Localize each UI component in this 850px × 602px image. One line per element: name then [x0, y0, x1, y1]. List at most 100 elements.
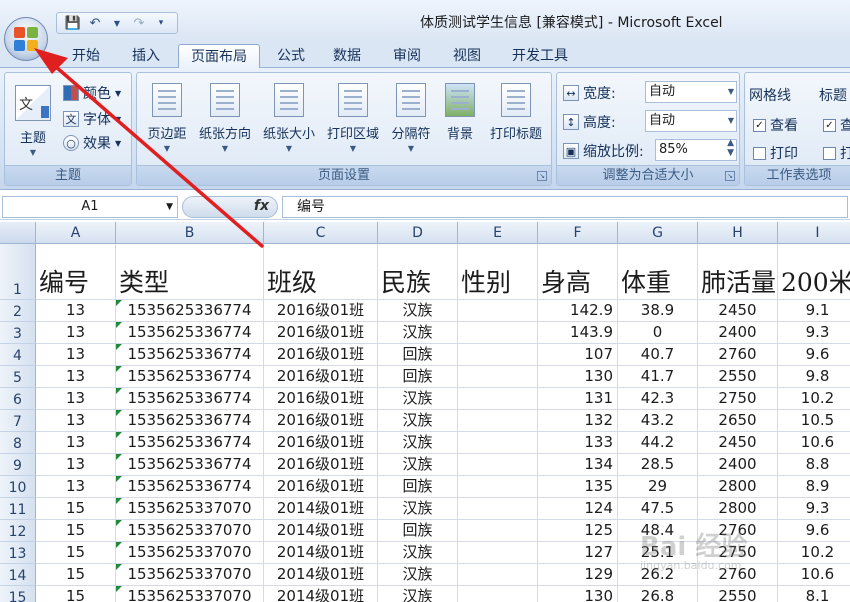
table-cell[interactable]: 129: [538, 564, 618, 586]
select-all-corner[interactable]: [0, 222, 36, 244]
table-cell[interactable]: 38.9: [618, 300, 698, 322]
table-cell[interactable]: 汉族: [378, 586, 458, 602]
office-button[interactable]: [4, 17, 48, 61]
headings-view-checkbox[interactable]: ✓ 查看: [823, 115, 850, 135]
table-cell[interactable]: 10.2: [778, 388, 850, 410]
table-cell[interactable]: 2014级01班: [264, 498, 378, 520]
table-cell[interactable]: 9.6: [778, 520, 850, 542]
table-cell[interactable]: 1535625337070: [116, 520, 264, 542]
header-cell[interactable]: 性别: [458, 244, 538, 300]
table-cell[interactable]: 1535625336774: [116, 410, 264, 432]
table-cell[interactable]: 1535625336774: [116, 454, 264, 476]
table-cell[interactable]: 130: [538, 586, 618, 602]
tab-insert[interactable]: 插入: [118, 44, 174, 68]
table-cell[interactable]: 13: [36, 454, 116, 476]
table-cell[interactable]: 135: [538, 476, 618, 498]
tab-review[interactable]: 审阅: [380, 44, 434, 68]
column-header-F[interactable]: F: [538, 222, 618, 244]
table-cell[interactable]: 2750: [698, 388, 778, 410]
table-cell[interactable]: [458, 498, 538, 520]
table-cell[interactable]: 汉族: [378, 300, 458, 322]
row-header[interactable]: 5: [0, 366, 36, 388]
row-header[interactable]: 6: [0, 388, 36, 410]
table-cell[interactable]: 0: [618, 322, 698, 344]
table-cell[interactable]: 15: [36, 520, 116, 542]
table-cell[interactable]: 2550: [698, 586, 778, 602]
table-cell[interactable]: 143.9: [538, 322, 618, 344]
table-cell[interactable]: 1535625336774: [116, 476, 264, 498]
table-cell[interactable]: 29: [618, 476, 698, 498]
redo-icon[interactable]: ↷: [129, 14, 149, 32]
table-cell[interactable]: 汉族: [378, 410, 458, 432]
table-cell[interactable]: 2450: [698, 432, 778, 454]
table-cell[interactable]: [458, 520, 538, 542]
table-cell[interactable]: 9.1: [778, 300, 850, 322]
table-cell[interactable]: 10.6: [778, 432, 850, 454]
table-cell[interactable]: 2400: [698, 454, 778, 476]
table-cell[interactable]: 9.6: [778, 344, 850, 366]
table-cell[interactable]: 2016级01班: [264, 476, 378, 498]
column-header-G[interactable]: G: [618, 222, 698, 244]
table-cell[interactable]: 2400: [698, 322, 778, 344]
name-box-dropdown-icon[interactable]: ▼: [166, 197, 173, 217]
customize-qat-icon[interactable]: ▾: [151, 14, 171, 32]
table-cell[interactable]: 2650: [698, 410, 778, 432]
tab-data[interactable]: 数据: [320, 44, 374, 68]
table-cell[interactable]: 127: [538, 542, 618, 564]
table-cell[interactable]: 1535625336774: [116, 344, 264, 366]
table-cell[interactable]: 13: [36, 366, 116, 388]
table-cell[interactable]: 2016级01班: [264, 322, 378, 344]
colors-button[interactable]: 颜色 ▼: [63, 83, 121, 103]
table-cell[interactable]: 2800: [698, 476, 778, 498]
table-cell[interactable]: 8.8: [778, 454, 850, 476]
row-header[interactable]: 15: [0, 586, 36, 602]
size-button[interactable]: 纸张大小 ▼: [257, 77, 321, 159]
header-cell[interactable]: 类型: [116, 244, 264, 300]
column-header-C[interactable]: C: [264, 222, 378, 244]
table-cell[interactable]: [458, 322, 538, 344]
formula-input[interactable]: 编号: [282, 196, 848, 218]
table-cell[interactable]: 1535625337070: [116, 564, 264, 586]
table-cell[interactable]: [458, 344, 538, 366]
table-cell[interactable]: 132: [538, 410, 618, 432]
insert-function-icon[interactable]: fx: [254, 198, 269, 214]
table-cell[interactable]: 28.5: [618, 454, 698, 476]
table-cell[interactable]: 2016级01班: [264, 344, 378, 366]
table-cell[interactable]: 汉族: [378, 542, 458, 564]
table-cell[interactable]: 2014级01班: [264, 520, 378, 542]
table-cell[interactable]: 26.8: [618, 586, 698, 602]
table-cell[interactable]: 13: [36, 344, 116, 366]
row-header[interactable]: 10: [0, 476, 36, 498]
gridlines-view-checkbox[interactable]: ✓ 查看: [753, 115, 798, 135]
header-cell[interactable]: 民族: [378, 244, 458, 300]
row-header[interactable]: 14: [0, 564, 36, 586]
print-area-button[interactable]: 打印区域 ▼: [321, 77, 385, 159]
row-header[interactable]: 9: [0, 454, 36, 476]
header-cell[interactable]: 体重: [618, 244, 698, 300]
scale-spinner-icon[interactable]: ▲ ▼: [727, 138, 734, 158]
table-cell[interactable]: 1535625336774: [116, 300, 264, 322]
row-header[interactable]: 11: [0, 498, 36, 520]
fonts-button[interactable]: 文字体 ▼: [63, 109, 121, 129]
table-cell[interactable]: 2016级01班: [264, 410, 378, 432]
tab-developer[interactable]: 开发工具: [498, 44, 582, 68]
tab-view[interactable]: 视图: [440, 44, 494, 68]
table-cell[interactable]: 2016级01班: [264, 432, 378, 454]
table-cell[interactable]: 汉族: [378, 498, 458, 520]
table-cell[interactable]: 13: [36, 300, 116, 322]
row-header[interactable]: 3: [0, 322, 36, 344]
themes-button[interactable]: 文 主题 ▼: [11, 77, 55, 159]
table-cell[interactable]: 10.6: [778, 564, 850, 586]
table-cell[interactable]: 107: [538, 344, 618, 366]
table-cell[interactable]: 汉族: [378, 322, 458, 344]
table-cell[interactable]: 41.7: [618, 366, 698, 388]
table-cell[interactable]: 9.3: [778, 322, 850, 344]
table-cell[interactable]: 13: [36, 432, 116, 454]
print-titles-button[interactable]: 打印标题: [483, 77, 549, 159]
row-header[interactable]: 8: [0, 432, 36, 454]
column-header-I[interactable]: I: [778, 222, 850, 244]
table-cell[interactable]: [458, 454, 538, 476]
table-cell[interactable]: 124: [538, 498, 618, 520]
table-cell[interactable]: 汉族: [378, 454, 458, 476]
table-cell[interactable]: 9.8: [778, 366, 850, 388]
